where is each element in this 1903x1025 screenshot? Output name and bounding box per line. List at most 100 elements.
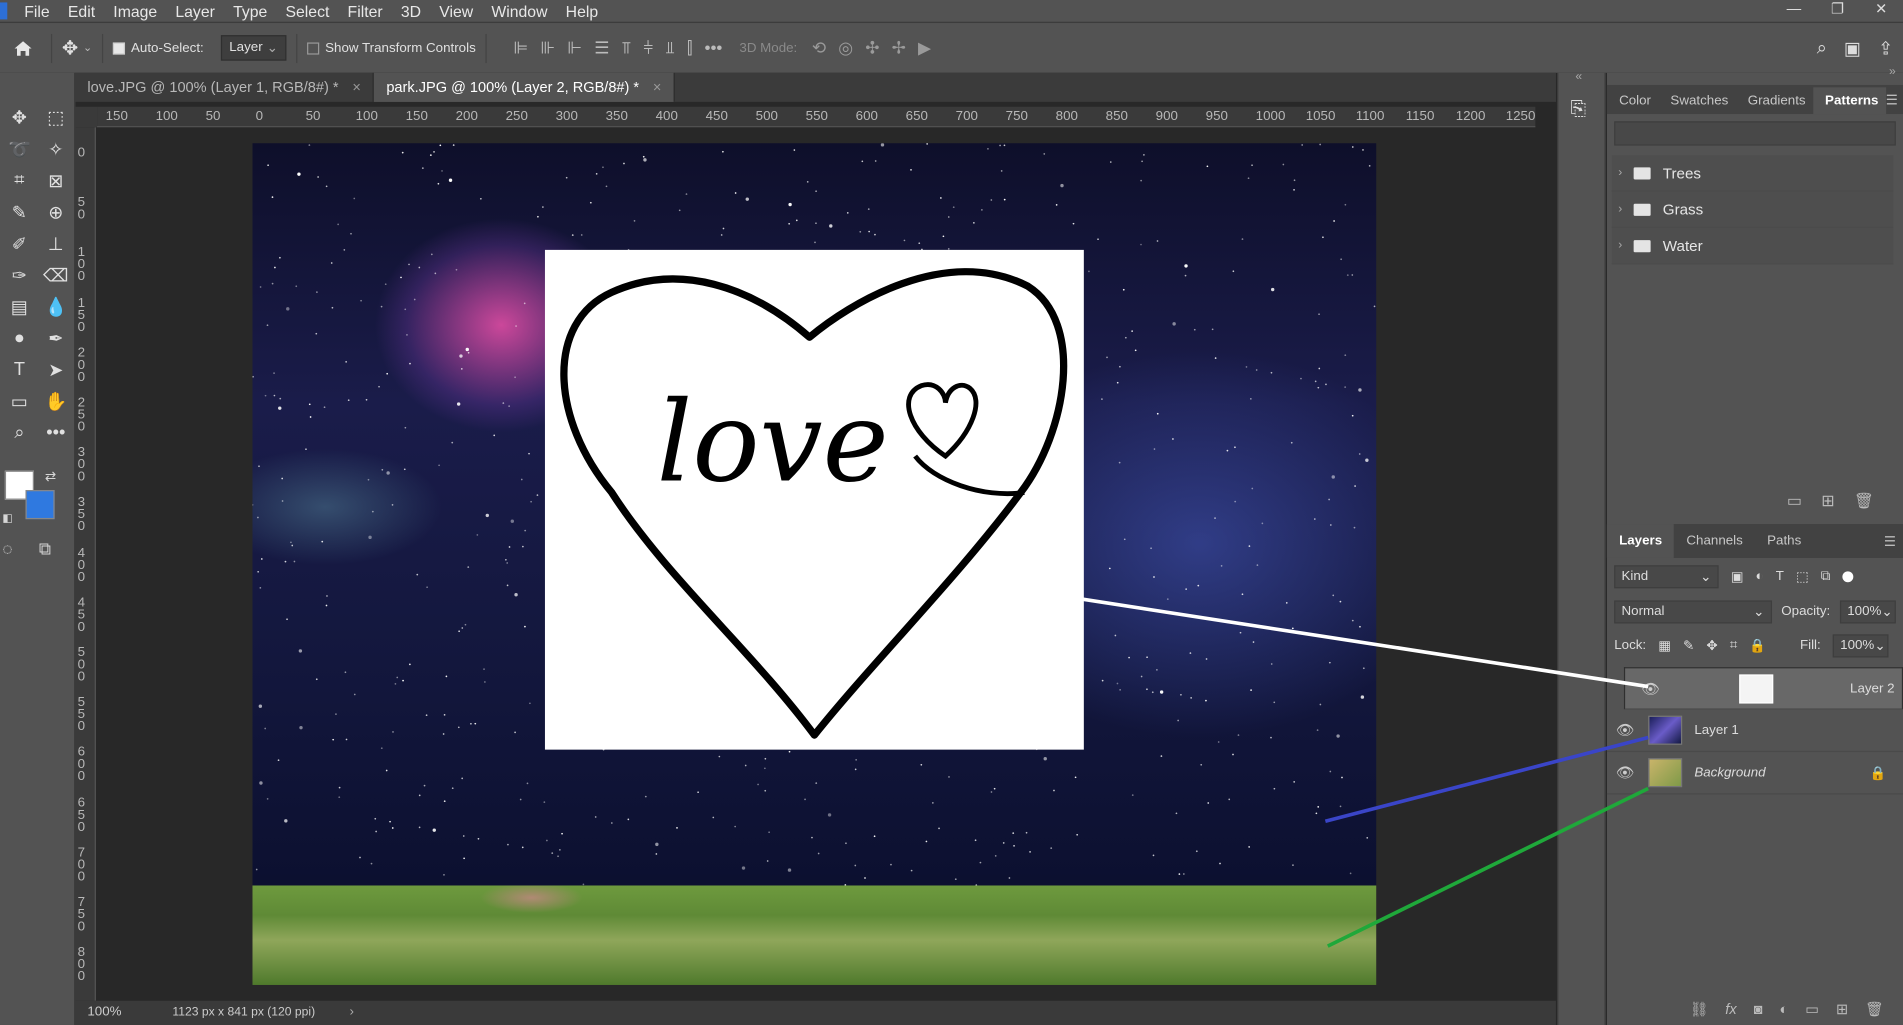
pattern-folder-water[interactable]: › Water	[1611, 228, 1894, 265]
filter-type-icon[interactable]: T	[1776, 569, 1784, 584]
filter-shape-icon[interactable]: ⬚	[1796, 568, 1809, 585]
chevron-down-icon[interactable]: ⌄	[83, 41, 92, 54]
fill-input[interactable]: 100% ⌄	[1832, 633, 1889, 657]
patterns-search-input[interactable]	[1614, 121, 1896, 146]
quick-mask-icon[interactable]: ◌	[2, 539, 12, 558]
roll-3d-icon[interactable]: ◎	[838, 38, 853, 59]
link-layers-icon[interactable]: ⛓	[1690, 1001, 1708, 1018]
layer-row-layer-2[interactable]: 👁 Layer 2	[1623, 667, 1903, 710]
panel-menu-icon[interactable]: ☰	[1884, 533, 1896, 549]
lock-artboard-icon[interactable]: ⌗	[1730, 637, 1738, 653]
menu-select[interactable]: Select	[285, 2, 329, 20]
hand-tool-icon[interactable]: ✋	[38, 391, 74, 413]
blend-mode-dropdown[interactable]: Normal ⌄	[1614, 599, 1772, 623]
move-tool-icon[interactable]: ✥	[1, 107, 37, 129]
tab-paths[interactable]: Paths	[1755, 524, 1813, 558]
slide-3d-icon[interactable]: ✢	[892, 38, 906, 59]
align-center-icon[interactable]: ⊪	[540, 38, 555, 59]
type-tool-icon[interactable]: T	[1, 359, 37, 381]
new-group-icon[interactable]: ▭	[1805, 1001, 1819, 1018]
zoom-level[interactable]: 100%	[87, 1004, 121, 1019]
panel-menu-icon[interactable]: ☰	[1886, 92, 1898, 114]
drag-3d-icon[interactable]: ✣	[865, 38, 879, 59]
tab-swatches[interactable]: Swatches	[1658, 93, 1735, 114]
show-transform-checkbox[interactable]	[306, 41, 320, 54]
menu-edit[interactable]: Edit	[68, 2, 95, 20]
pattern-folder-trees[interactable]: › Trees	[1611, 155, 1894, 192]
orbit-3d-icon[interactable]: ⟲	[812, 38, 826, 59]
restore-button[interactable]: ❐	[1816, 0, 1860, 22]
expand-icon[interactable]: »	[1889, 66, 1896, 79]
menu-view[interactable]: View	[439, 2, 473, 20]
default-colors-icon[interactable]: ◧	[2, 512, 12, 525]
tab-color[interactable]: Color	[1607, 93, 1658, 114]
menu-window[interactable]: Window	[491, 2, 547, 20]
align-top-icon[interactable]: ⫪	[622, 38, 632, 59]
close-icon[interactable]: ×	[653, 79, 662, 96]
auto-select-checkbox[interactable]	[112, 41, 125, 54]
menu-filter[interactable]: Filter	[348, 2, 383, 20]
close-window-button[interactable]: ✕	[1859, 0, 1903, 22]
scale-3d-icon[interactable]: ▶	[918, 38, 931, 59]
add-mask-icon[interactable]: ◙	[1754, 1001, 1763, 1018]
rectangle-tool-icon[interactable]: ▭	[1, 391, 37, 413]
trash-icon[interactable]: 🗑	[1865, 1001, 1883, 1018]
healing-brush-icon[interactable]: ⊕	[38, 201, 74, 224]
filter-pixel-icon[interactable]: ▣	[1731, 568, 1744, 585]
magic-wand-icon[interactable]: ✧	[38, 138, 74, 160]
layer-row-layer-1[interactable]: 👁 Layer 1	[1606, 710, 1903, 753]
lock-all-icon[interactable]: 🔒	[1749, 637, 1766, 654]
align-left-icon[interactable]: ⊫	[513, 38, 528, 59]
crop-tool-icon[interactable]: ⌗	[1, 170, 37, 192]
tab-patterns[interactable]: Patterns	[1812, 87, 1886, 115]
frame-tool-icon[interactable]: ⊠	[38, 170, 74, 192]
tab-channels[interactable]: Channels	[1674, 524, 1755, 558]
distribute-icon[interactable]: ☰	[594, 38, 609, 59]
chevron-right-icon[interactable]: ›	[1612, 166, 1629, 179]
brush-tool-icon[interactable]: ✐	[1, 233, 37, 255]
filter-toggle[interactable]	[1842, 570, 1854, 582]
home-icon[interactable]	[5, 38, 41, 57]
menu-type[interactable]: Type	[233, 2, 267, 20]
move-tool-icon[interactable]: ✥	[62, 36, 78, 60]
distribute-spacing-icon[interactable]: ⫿	[687, 38, 692, 59]
search-icon[interactable]: ⌕	[1817, 37, 1827, 59]
chevron-right-icon[interactable]: ›	[350, 1004, 354, 1019]
pen-tool-icon[interactable]: ✒	[38, 328, 74, 350]
auto-select-dropdown[interactable]: Layer ⌄	[220, 35, 287, 61]
align-middle-icon[interactable]: ⫩	[643, 38, 653, 59]
history-panel-icon[interactable]: ⎘	[1571, 99, 1587, 121]
pattern-folder-grass[interactable]: › Grass	[1611, 191, 1894, 229]
marquee-tool-icon[interactable]: ⬚	[38, 107, 74, 129]
kind-filter-dropdown[interactable]: Kind ⌄	[1614, 564, 1719, 588]
filter-adjustment-icon[interactable]: ◐	[1756, 569, 1764, 584]
fx-icon[interactable]: fx	[1725, 1001, 1736, 1018]
eyedropper-icon[interactable]: ✎	[1, 201, 37, 224]
share-icon[interactable]: ⇪	[1878, 37, 1893, 59]
eraser-icon[interactable]: ⌫	[38, 264, 74, 287]
clone-stamp-icon[interactable]: ⊥	[38, 233, 74, 255]
chevron-right-icon[interactable]: ›	[1612, 239, 1629, 252]
lock-paint-icon[interactable]: ✎	[1683, 637, 1694, 654]
lock-position-icon[interactable]: ✥	[1706, 637, 1717, 654]
adjustment-layer-icon[interactable]: ◐	[1779, 1001, 1788, 1018]
visibility-eye-icon[interactable]: 👁	[1607, 764, 1643, 781]
tab-park-jpg[interactable]: park.JPG @ 100% (Layer 2, RGB/8#) * ×	[374, 72, 675, 102]
menu-3d[interactable]: 3D	[401, 2, 421, 20]
lock-transparent-icon[interactable]: ▦	[1658, 637, 1671, 654]
filter-smart-icon[interactable]: ⧉	[1821, 568, 1831, 584]
menu-layer[interactable]: Layer	[175, 2, 214, 20]
more-tools-icon[interactable]: •••	[38, 422, 74, 443]
minimize-button[interactable]: —	[1772, 0, 1816, 22]
workspace-icon[interactable]: ▣	[1844, 37, 1861, 59]
close-icon[interactable]: ×	[352, 79, 361, 96]
tab-gradients[interactable]: Gradients	[1736, 93, 1813, 114]
zoom-tool-icon[interactable]: ⌕	[1, 422, 37, 443]
dodge-tool-icon[interactable]: ●	[1, 328, 37, 350]
history-brush-icon[interactable]: ✑	[1, 264, 37, 287]
swap-colors-icon[interactable]: ⇄	[45, 468, 56, 484]
align-right-icon[interactable]: ⊩	[567, 38, 582, 59]
visibility-eye-icon[interactable]: 👁	[1632, 680, 1668, 697]
tab-love-jpg[interactable]: love.JPG @ 100% (Layer 1, RGB/8#) * ×	[75, 72, 375, 102]
align-bottom-icon[interactable]: ⫫	[665, 38, 675, 59]
